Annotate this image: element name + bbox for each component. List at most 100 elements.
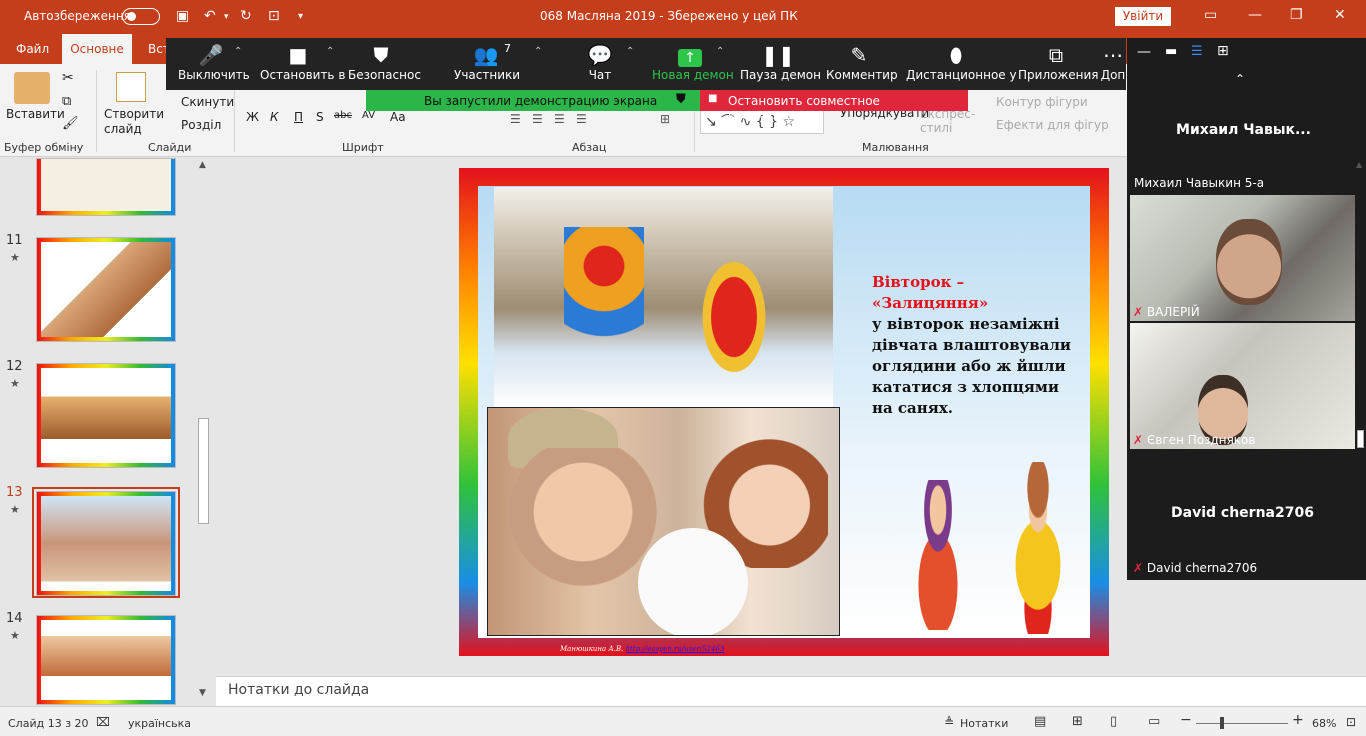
italic-button[interactable]: К: [270, 110, 279, 124]
format-painter-icon[interactable]: 🖌: [62, 116, 79, 131]
shadow-button[interactable]: S: [316, 110, 324, 124]
stop-video-button[interactable]: ■ Остановить в: [260, 40, 345, 82]
cut-icon[interactable]: ✂: [62, 70, 74, 86]
shape-outline-button[interactable]: Контур фігури: [996, 95, 1088, 109]
shape-effects-button[interactable]: Ефекти для фігур: [996, 118, 1109, 132]
thumbnails-scrollbar[interactable]: ▲ ▼: [196, 160, 212, 700]
zoom-slider-thumb[interactable]: [1220, 717, 1224, 729]
align-left-icon[interactable]: ☰: [510, 112, 521, 126]
zoom-percent[interactable]: 68%: [1312, 717, 1336, 730]
spacing-button[interactable]: AV: [362, 110, 375, 121]
minimize-panel-icon[interactable]: —: [1137, 44, 1151, 60]
scroll-down-icon[interactable]: ▼: [199, 688, 206, 698]
minimize-icon[interactable]: —: [1248, 7, 1262, 23]
chevron-up-icon[interactable]: ⌃: [626, 46, 634, 57]
annotate-button[interactable]: ✎ Комментир: [826, 40, 898, 82]
bold-button[interactable]: Ж: [246, 110, 259, 124]
single-view-icon[interactable]: ▬: [1165, 44, 1177, 59]
chat-button[interactable]: 💬 Чат: [580, 40, 620, 82]
notes-button[interactable]: Нотатки: [960, 717, 1008, 730]
strip-view-icon[interactable]: ☰: [1191, 44, 1203, 59]
save-icon[interactable]: ▣: [176, 8, 189, 24]
rooster-and-hen-illustration[interactable]: [494, 187, 833, 408]
new-slide-button[interactable]: Створити слайд: [104, 107, 164, 137]
undo-icon[interactable]: ↶: [204, 8, 216, 24]
strikethrough-button[interactable]: abc: [334, 110, 352, 121]
copy-icon[interactable]: ⧉: [62, 94, 71, 109]
security-button[interactable]: ⛊ Безопаснос: [348, 40, 421, 82]
apps-button[interactable]: ⧉ Приложения: [1018, 40, 1099, 82]
chevron-up-icon[interactable]: ⌃: [326, 46, 334, 57]
section-button[interactable]: Розділ: [181, 118, 221, 132]
stop-share-button[interactable]: ■ Остановить совместное использование: [700, 90, 968, 122]
smartart-icon[interactable]: ⊞: [660, 112, 670, 126]
slide-sorter-icon[interactable]: ⊞: [1072, 714, 1083, 729]
zoom-in-icon[interactable]: +: [1292, 712, 1304, 728]
customize-icon[interactable]: ▾: [298, 11, 303, 22]
new-slide-icon[interactable]: [116, 72, 146, 102]
tab-file[interactable]: Файл: [16, 42, 49, 56]
restore-icon[interactable]: ❐: [1290, 7, 1303, 23]
participant-video-valeriy[interactable]: [1130, 195, 1355, 321]
paste-button[interactable]: Вставити: [6, 107, 65, 121]
credit-link[interactable]: http://easyen.ru/user/52463: [626, 645, 725, 653]
scroll-up-icon[interactable]: ▲: [1356, 160, 1362, 169]
participant-face: [1216, 219, 1282, 305]
canvas-scrollbar[interactable]: ▲: [1355, 160, 1366, 610]
paste-icon[interactable]: [14, 72, 50, 104]
scroll-up-icon[interactable]: ▲: [199, 160, 206, 170]
more-button[interactable]: ⋯ Доп: [1100, 40, 1126, 82]
shield-icon: ⛊: [373, 43, 389, 67]
justify-icon[interactable]: ☰: [576, 112, 587, 126]
slide-thumbnail-13[interactable]: [36, 491, 176, 596]
undo-dropdown-icon[interactable]: ▾: [224, 12, 229, 22]
redo-icon[interactable]: ↻: [240, 8, 252, 24]
stop-share-label: Остановить совместное использование: [728, 94, 880, 122]
align-center-icon[interactable]: ☰: [532, 112, 543, 126]
zoom-slider[interactable]: [1196, 723, 1288, 724]
underline-button[interactable]: П: [294, 110, 303, 124]
animation-star-icon: ★: [10, 251, 20, 264]
chevron-up-icon[interactable]: ⌃: [1235, 72, 1245, 86]
align-right-icon[interactable]: ☰: [554, 112, 565, 126]
notes-icon[interactable]: ≜: [944, 715, 954, 729]
fit-to-window-icon[interactable]: ⊡: [1346, 715, 1356, 729]
zoom-out-icon[interactable]: −: [1180, 712, 1192, 728]
signin-button[interactable]: Увійти: [1115, 7, 1171, 26]
children-eating-pancakes-photo[interactable]: [487, 407, 840, 636]
scrollbar-thumb[interactable]: [198, 418, 209, 524]
autosave-toggle[interactable]: [122, 8, 160, 25]
scrollbar-thumb[interactable]: [1357, 430, 1364, 448]
remote-control-button[interactable]: ⬮ Дистанционное у: [906, 40, 1017, 82]
participant-video-yevhen[interactable]: [1130, 323, 1355, 449]
notes-pane[interactable]: Нотатки до слайда: [216, 676, 1366, 706]
normal-view-icon[interactable]: ▤: [1034, 714, 1046, 729]
slide-text-box[interactable]: Вівторок – «Залицяння» у вівторок незамі…: [872, 272, 1084, 419]
thumbnail-number: 11: [6, 233, 23, 248]
boy-face: [508, 448, 658, 608]
slideshow-icon[interactable]: ▭: [1148, 714, 1160, 729]
gallery-view-icon[interactable]: ⊞: [1217, 43, 1229, 59]
change-case-button[interactable]: Aa: [390, 110, 406, 124]
slide-thumbnail-12[interactable]: [36, 363, 176, 468]
ribbon-display-icon[interactable]: ▭: [1204, 7, 1217, 23]
participant-name-tag: ✗ Євген Поздняков: [1133, 433, 1256, 447]
pause-share-button[interactable]: ❚❚ Пауза демон: [740, 40, 821, 82]
animation-star-icon: ★: [10, 629, 20, 642]
reading-view-icon[interactable]: ▯: [1110, 714, 1117, 729]
presenter-icon[interactable]: ⊡: [268, 8, 280, 24]
title-bar: Автозбереження ▣ ↶ ▾ ↻ ⊡ ▾ 068 Масляна 2…: [0, 0, 1366, 34]
language-indicator[interactable]: українська: [128, 717, 191, 730]
pause-icon: ❚❚: [761, 43, 795, 67]
chevron-up-icon[interactable]: ⌃: [716, 46, 724, 57]
close-icon[interactable]: ✕: [1334, 7, 1346, 23]
slide-thumbnail-11[interactable]: [36, 237, 176, 342]
slide-thumbnail-14[interactable]: [36, 615, 176, 705]
reset-button[interactable]: Скинути: [181, 95, 234, 109]
tab-home[interactable]: Основне: [62, 34, 132, 64]
slide-thumbnail-10[interactable]: [36, 158, 176, 216]
chevron-up-icon[interactable]: ⌃: [234, 46, 242, 57]
animation-star-icon: ★: [10, 503, 20, 516]
chevron-up-icon[interactable]: ⌃: [534, 46, 542, 57]
spellcheck-icon[interactable]: ⌧: [96, 715, 110, 729]
